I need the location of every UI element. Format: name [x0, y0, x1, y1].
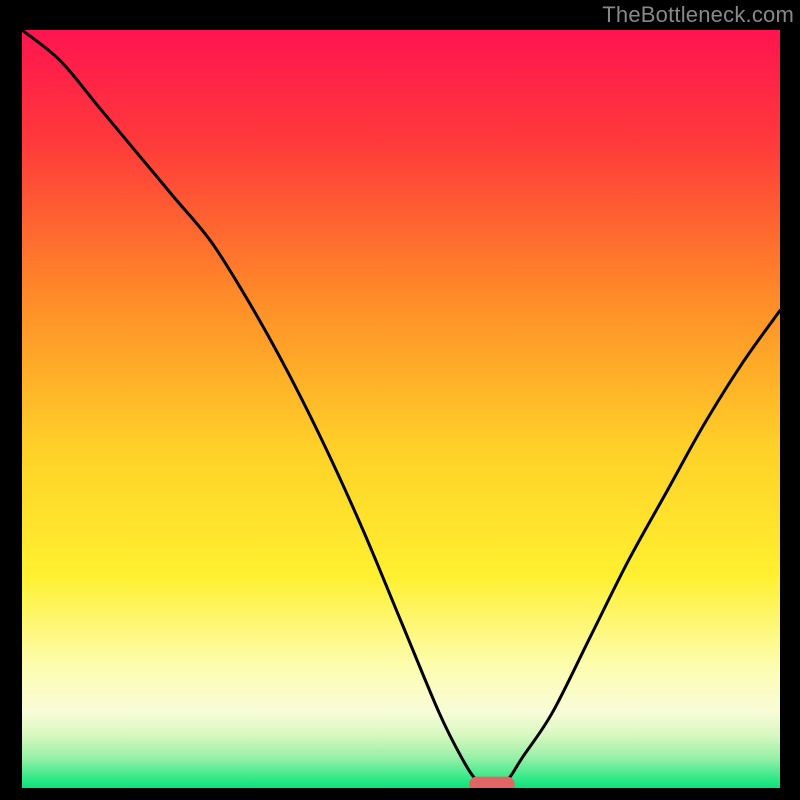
chart-frame: TheBottleneck.com: [0, 0, 800, 800]
plot-svg: [22, 30, 780, 788]
gradient-background: [22, 30, 780, 788]
bottleneck-marker: [469, 777, 514, 788]
watermark-label: TheBottleneck.com: [602, 2, 794, 28]
plot-area: [22, 30, 780, 788]
